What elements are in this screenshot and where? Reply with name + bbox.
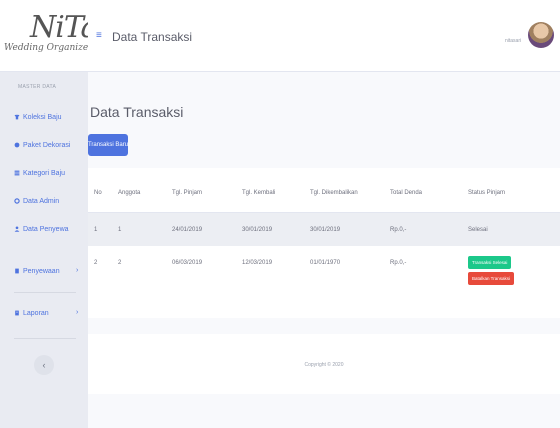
sidebar-toggle-button[interactable]: ‹ <box>34 355 54 375</box>
report-icon <box>15 310 19 316</box>
transactions-table-card: No Anggota Tgl. Pinjam Tgl. Kembali Tgl.… <box>88 168 560 318</box>
finish-transaction-button[interactable]: Transaksi Selesai <box>468 256 512 269</box>
sidebar-item-data-penyewa[interactable]: Data Penyewa <box>14 222 69 236</box>
col-header-tgl-pinjam: Tgl. Pinjam <box>166 168 236 213</box>
sidebar-item-penyewaan[interactable]: Penyewaan <box>14 264 60 278</box>
table-row: 1 1 24/01/2019 30/01/2019 30/01/2019 Rp.… <box>88 212 560 246</box>
user-name[interactable]: nitasari <box>505 38 521 44</box>
sidebar-item-laporan[interactable]: Laporan <box>14 306 49 320</box>
cell-tgl-dikembalikan: 30/01/2019 <box>304 212 384 246</box>
avatar[interactable] <box>528 22 554 48</box>
sidebar-item-label: Data Penyewa <box>23 225 69 233</box>
cell-status: Transaksi Selesai Batalkan Transaksi <box>462 246 560 306</box>
cell-tgl-dikembalikan: 01/01/1970 <box>310 260 341 266</box>
chevron-right-icon[interactable]: › <box>76 309 78 316</box>
menu-icon[interactable]: ≡ <box>96 30 102 41</box>
book-icon <box>15 268 19 274</box>
sidebar-item-paket-dekorasi[interactable]: Paket Dekorasi <box>14 138 70 152</box>
table-header-row: No Anggota Tgl. Pinjam Tgl. Kembali Tgl.… <box>88 168 560 213</box>
topbar-title: Data Transaksi <box>112 30 193 44</box>
chevron-right-icon[interactable]: › <box>76 267 78 274</box>
list-icon <box>14 170 20 176</box>
cell-no: 2 <box>94 260 98 266</box>
brand-logo[interactable]: NiTa Wedding Organizer <box>0 0 98 72</box>
cell-tgl-kembali: 12/03/2019 <box>242 260 273 266</box>
cell-status: Selesai <box>462 212 560 246</box>
cell-anggota: 2 <box>118 260 122 266</box>
col-header-tgl-kembali: Tgl. Kembali <box>236 168 304 213</box>
sidebar-item-data-admin[interactable]: Data Admin <box>14 194 59 208</box>
footer: Copyright © 2020 <box>88 334 560 394</box>
sidebar-heading: MASTER DATA <box>18 84 57 90</box>
new-transaction-button[interactable]: Transaksi Baru <box>88 134 128 156</box>
cell-total-denda: Rp.0,- <box>390 260 407 266</box>
col-header-tgl-dikembalikan: Tgl. Dikembalikan <box>304 168 384 213</box>
cancel-transaction-button[interactable]: Batalkan Transaksi <box>468 272 515 285</box>
sidebar-item-label: Penyewaan <box>23 267 60 275</box>
footer-copyright: Copyright © 2020 <box>304 362 344 368</box>
brand-subtitle: Wedding Organizer <box>4 43 93 53</box>
cell-tgl-pinjam: 24/01/2019 <box>166 212 236 246</box>
col-header-total-denda: Total Denda <box>384 168 462 213</box>
col-header-no: No <box>88 168 112 213</box>
transactions-table: No Anggota Tgl. Pinjam Tgl. Kembali Tgl.… <box>88 168 560 306</box>
page-title: Data Transaksi <box>90 104 184 120</box>
cell-tgl-pinjam: 06/03/2019 <box>172 260 203 266</box>
sidebar-item-koleksi-baju[interactable]: Koleksi Baju <box>14 110 62 124</box>
sidebar-item-label: Data Admin <box>23 197 60 205</box>
user-icon <box>14 226 20 232</box>
sidebar-item-label: Koleksi Baju <box>23 113 62 121</box>
col-header-status-pinjam: Status Pinjam <box>462 168 560 213</box>
topbar: ≡ Data Transaksi nitasari <box>88 0 560 72</box>
sidebar-divider <box>14 292 76 293</box>
chevron-left-icon: ‹ <box>42 360 46 370</box>
sidebar-divider <box>14 338 76 339</box>
sidebar-item-label: Paket Dekorasi <box>23 141 71 149</box>
sidebar-item-label: Laporan <box>23 309 49 317</box>
circle-icon <box>14 142 20 148</box>
cell-total-denda: Rp.0,- <box>384 212 462 246</box>
col-header-anggota: Anggota <box>112 168 166 213</box>
cell-anggota: 1 <box>112 212 166 246</box>
table-row: 2 2 06/03/2019 12/03/2019 01/01/1970 Rp.… <box>88 246 560 306</box>
sidebar: NiTa Wedding Organizer MASTER DATA Kolek… <box>0 0 98 428</box>
sidebar-item-label: Kategori Baju <box>23 169 66 177</box>
sidebar-item-kategori-baju[interactable]: Kategori Baju <box>14 166 65 180</box>
shirt-icon <box>14 114 20 120</box>
cell-no: 1 <box>88 212 112 246</box>
gear-icon <box>14 198 20 204</box>
cell-tgl-kembali: 30/01/2019 <box>236 212 304 246</box>
